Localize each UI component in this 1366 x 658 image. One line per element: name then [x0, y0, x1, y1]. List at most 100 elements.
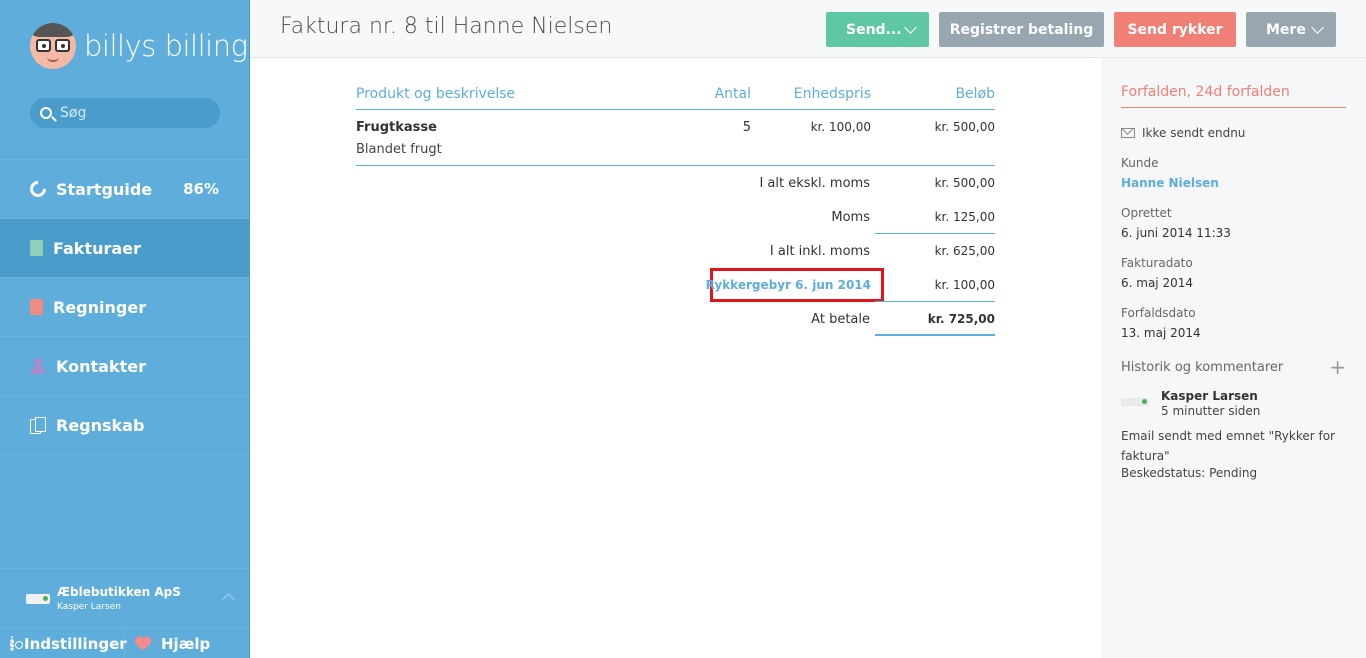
sidebar-item-accounting[interactable]: Regnskab: [0, 396, 249, 455]
total-incl-vat-value: kr. 625,00: [934, 244, 995, 258]
more-label: Mere: [1266, 21, 1306, 38]
customer-field: Kunde Hanne Nielsen: [1121, 156, 1219, 190]
history-label: Historik og kommentarer: [1121, 360, 1284, 375]
line-product-name: Frugtkasse: [356, 120, 437, 135]
vat-label: Moms: [831, 210, 870, 225]
envelope-icon: [1121, 128, 1135, 138]
line-amount: kr. 500,00: [934, 120, 995, 134]
invoice-header-row: Produkt og beskrivelse Antal Enhedspris …: [356, 84, 995, 110]
created-value: 6. juni 2014 11:33: [1121, 226, 1231, 240]
person-icon: [30, 358, 46, 374]
column-header-unit-price: Enhedspris: [793, 86, 871, 102]
company-logo-icon: [26, 593, 50, 604]
settings-label: Indstillinger: [24, 635, 127, 653]
company-user: Kasper Larsen: [57, 602, 121, 612]
register-payment-button[interactable]: Registrer betaling: [939, 12, 1104, 47]
sidebar-item-startguide[interactable]: Startguide 86%: [0, 160, 249, 219]
vat-row: Moms kr. 125,00: [356, 200, 995, 234]
line-description: Blandet frugt: [356, 142, 442, 157]
chevron-up-icon: [222, 593, 235, 606]
sidebar-bottom-bar: Indstillinger Hjælp: [0, 628, 249, 658]
column-header-product: Produkt og beskrivelse: [356, 86, 516, 102]
startguide-progress: 86%: [183, 180, 219, 198]
invoice-table: Produkt og beskrivelse Antal Enhedspris …: [356, 84, 995, 336]
logo-face-icon: [30, 23, 76, 69]
history-message: Email sendt med emnet "Rykker for faktur…: [1121, 429, 1335, 463]
company-name: Æblebutikken ApS: [57, 585, 181, 599]
sidebar-item-label: Regnskab: [56, 415, 145, 435]
status-badge: Forfalden, 24d forfalden: [1121, 84, 1346, 108]
reminder-fee-row: Rykkergebyr 6. jun 2014 kr. 100,00: [356, 268, 995, 302]
amount-due-value: kr. 725,00: [927, 312, 995, 326]
total-incl-vat-label: I alt inkl. moms: [769, 244, 870, 259]
reminder-fee-value: kr. 100,00: [934, 278, 995, 292]
heart-icon: [135, 637, 151, 651]
sidebar-item-invoices[interactable]: Fakturaer: [0, 219, 249, 278]
send-button[interactable]: Send...: [826, 12, 929, 47]
column-header-qty: Antal: [714, 86, 751, 102]
search-icon: [40, 107, 52, 119]
created-label: Oprettet: [1121, 206, 1172, 220]
divider: [875, 334, 995, 336]
total-incl-vat-row: I alt inkl. moms kr. 625,00: [356, 234, 995, 268]
column-header-amount: Beløb: [955, 86, 995, 102]
send-reminder-button[interactable]: Send rykker: [1114, 12, 1236, 47]
sidebar-item-label: Regninger: [53, 297, 147, 317]
progress-ring-icon: [26, 177, 50, 201]
due-date-label: Forfaldsdato: [1121, 306, 1196, 320]
sidebar-item-label: Fakturaer: [53, 238, 141, 258]
company-info: Æblebutikken ApS Kasper Larsen: [57, 585, 181, 612]
history-status: Beskedstatus: Pending: [1121, 466, 1258, 480]
history-timestamp: 5 minutter siden: [1161, 404, 1261, 418]
sent-status: Ikke sendt endnu: [1121, 126, 1245, 140]
logo-text: billys billing: [84, 29, 248, 63]
page-header: Faktura nr. 8 til Hanne Nielsen Send... …: [250, 0, 1366, 58]
invoice-date-label: Fakturadato: [1121, 256, 1193, 270]
company-switcher[interactable]: Æblebutikken ApS Kasper Larsen: [0, 568, 249, 628]
invoice-document-icon: [30, 240, 43, 256]
line-unit-price: kr. 100,00: [810, 120, 871, 134]
sidebar: billys billing Startguide 86% Fakturaer …: [0, 0, 250, 658]
created-field: Oprettet 6. juni 2014 11:33: [1121, 206, 1231, 240]
sidebar-item-label: Kontakter: [56, 356, 146, 376]
table-row: Frugtkasse Blandet frugt 5 kr. 100,00 kr…: [356, 110, 995, 166]
customer-label: Kunde: [1121, 156, 1159, 170]
customer-link[interactable]: Hanne Nielsen: [1121, 176, 1219, 190]
invoice-date-value: 6. maj 2014: [1121, 276, 1193, 290]
due-date-field: Forfaldsdato 13. maj 2014: [1121, 306, 1201, 340]
help-button[interactable]: Hjælp: [125, 629, 210, 658]
search-box[interactable]: [30, 98, 220, 128]
vat-value: kr. 125,00: [934, 210, 995, 224]
page-title: Faktura nr. 8 til Hanne Nielsen: [280, 14, 613, 39]
total-excl-vat-label: I alt ekskl. moms: [759, 176, 870, 191]
invoice-date-field: Fakturadato 6. maj 2014: [1121, 256, 1193, 290]
amount-due-row: At betale kr. 725,00: [356, 302, 995, 336]
total-excl-vat-row: I alt ekskl. moms kr. 500,00: [356, 166, 995, 200]
reminder-fee-link[interactable]: Rykkergebyr 6. jun 2014: [706, 278, 871, 292]
line-qty: 5: [742, 120, 751, 135]
send-label: Send...: [846, 21, 902, 38]
bill-document-icon: [30, 299, 43, 315]
settings-button[interactable]: Indstillinger: [0, 629, 127, 658]
gear-icon: [10, 636, 23, 652]
sidebar-item-label: Startguide: [56, 179, 153, 199]
sidebar-item-bills[interactable]: Regninger: [0, 278, 249, 337]
total-excl-vat-value: kr. 500,00: [934, 176, 995, 190]
history-author: Kasper Larsen: [1161, 389, 1258, 403]
company-logo-icon: [1121, 398, 1149, 406]
more-button[interactable]: Mere: [1246, 12, 1336, 47]
sent-status-text: Ikke sendt endnu: [1142, 126, 1246, 140]
amount-due-label: At betale: [811, 312, 870, 327]
books-icon: [30, 417, 46, 434]
add-comment-plus-icon[interactable]: +: [1329, 357, 1346, 377]
history-header: Historik og kommentarer +: [1121, 357, 1346, 377]
invoice-details-panel: Forfalden, 24d forfalden Ikke sendt endn…: [1101, 58, 1366, 658]
help-label: Hjælp: [161, 635, 211, 653]
search-input[interactable]: [60, 105, 210, 121]
chevron-down-icon: [1311, 21, 1324, 34]
logo[interactable]: billys billing: [30, 22, 248, 70]
chevron-down-icon: [904, 21, 917, 34]
sidebar-item-contacts[interactable]: Kontakter: [0, 337, 249, 396]
due-date-value: 13. maj 2014: [1121, 326, 1201, 340]
sidebar-nav: Startguide 86% Fakturaer Regninger Konta…: [0, 159, 249, 455]
